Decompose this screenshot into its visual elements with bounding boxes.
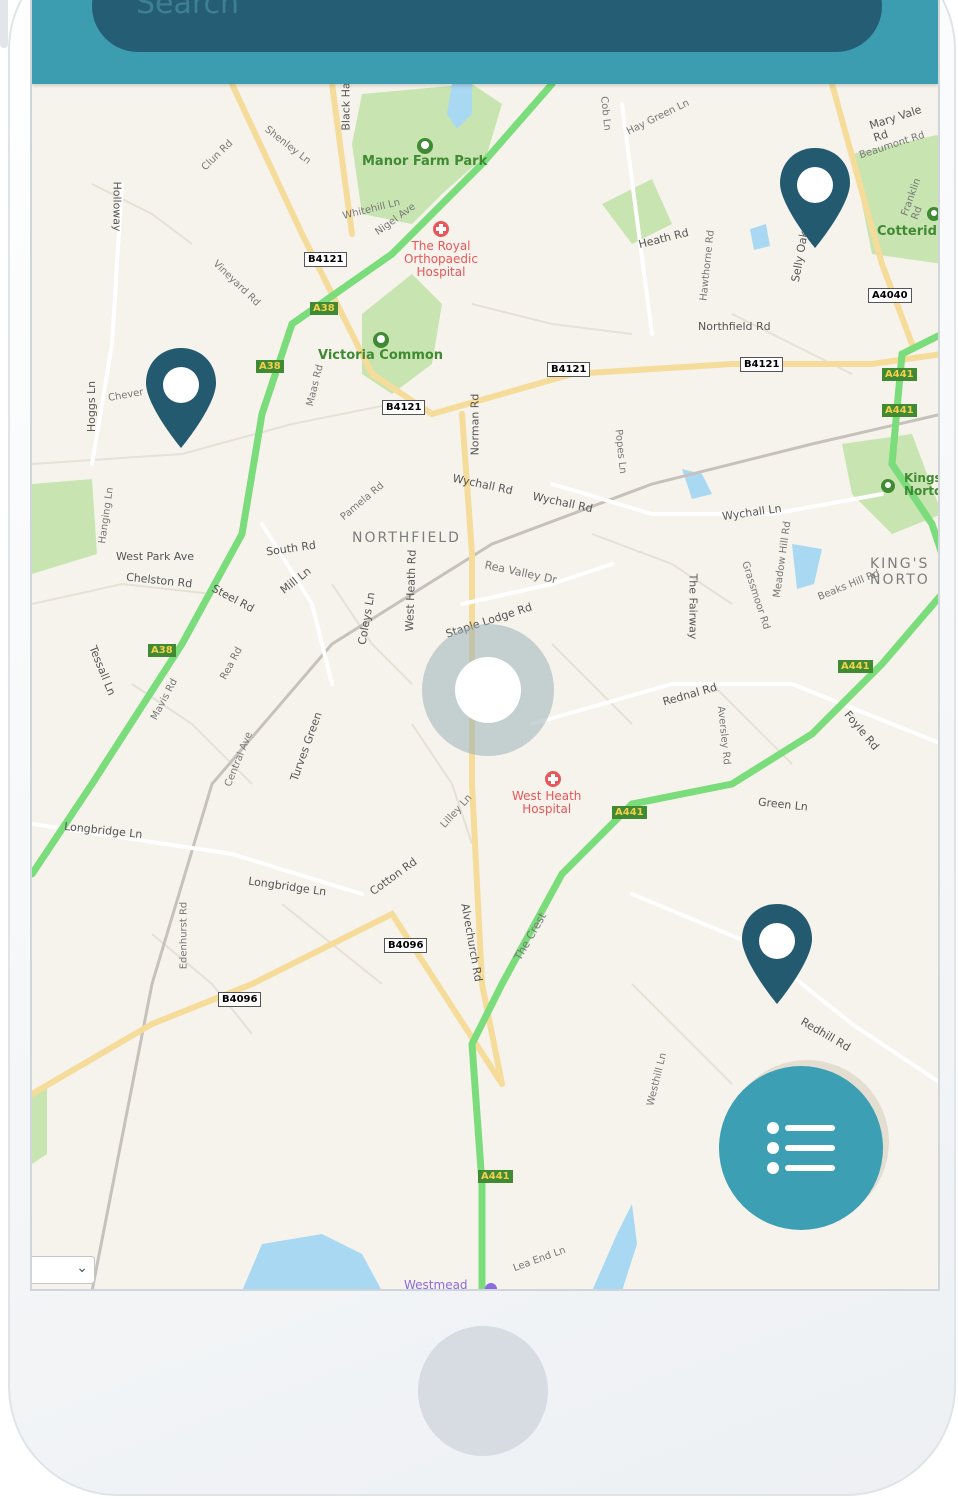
road-badge: B4096: [384, 938, 428, 953]
road-badge: B4096: [218, 992, 262, 1007]
road-badge: A38: [310, 302, 338, 315]
street-label: The Fairway: [686, 573, 700, 640]
place-icon: [485, 1283, 497, 1289]
map-pin-icon[interactable]: [778, 146, 852, 250]
street-label: West Park Ave: [116, 550, 194, 563]
street-label: Holloway: [110, 181, 124, 232]
app-screen: Search Manor Farm Park Victoria Common T…: [30, 0, 940, 1291]
park-icon: [927, 207, 938, 221]
park-icon: [417, 138, 433, 154]
list-icon: [767, 1122, 835, 1174]
place-label-westmead: Westmead: [404, 1278, 468, 1291]
chevron-down-icon: ⌄: [76, 1259, 88, 1275]
hospital-icon: [545, 771, 561, 787]
area-label-northfield: Northfield: [352, 530, 461, 546]
road-badge: A4040: [868, 288, 912, 303]
place-label-manor-farm-park: Manor Farm Park: [362, 154, 488, 169]
map-pin-icon[interactable]: [740, 902, 814, 1006]
park-icon: [881, 479, 895, 493]
road-badge: A38: [148, 644, 176, 657]
street-label: Black Ha: [339, 82, 353, 131]
list-view-button[interactable]: [719, 1066, 883, 1230]
park-icon: [373, 332, 389, 348]
road-badge: A441: [478, 1170, 513, 1183]
place-label-victoria-common: Victoria Common: [318, 348, 444, 363]
road-badge: B4121: [547, 362, 591, 377]
phone-home-button[interactable]: [418, 1326, 548, 1456]
search-icon[interactable]: [794, 0, 846, 4]
search-bar[interactable]: Search: [92, 0, 882, 52]
road-badge: A441: [882, 404, 917, 417]
app-header: Search: [32, 0, 938, 84]
place-label-royal-orthopaedic-hospital: The Royal Orthopaedic Hospital: [404, 239, 478, 279]
road-badge: A38: [256, 360, 284, 373]
place-label-west-heath-hospital: West Heath Hospital: [512, 789, 582, 816]
street-label: Hoggs Ln: [85, 380, 99, 433]
road-badge: B4121: [304, 252, 348, 267]
search-placeholder[interactable]: Search: [136, 0, 239, 21]
map-pin-icon[interactable]: [144, 346, 218, 450]
current-location-dot: [455, 657, 521, 723]
street-label: Norman Rd: [468, 393, 482, 456]
phone-side-button: [0, 0, 8, 48]
street-label: Northfield Rd: [698, 320, 771, 333]
road-badge: A441: [612, 806, 647, 819]
place-label-kings-norton-park: Kings Nortc: [904, 471, 940, 498]
road-badge: B4121: [740, 357, 784, 372]
street-label: Edenhurst Rd: [178, 901, 190, 970]
current-location-marker[interactable]: [422, 624, 554, 756]
road-badge: A441: [838, 660, 873, 673]
map-dropdown[interactable]: ⌄: [32, 1256, 95, 1284]
road-badge: A441: [882, 368, 917, 381]
road-badge: B4121: [382, 400, 426, 415]
hospital-icon: [433, 221, 449, 237]
place-label-cotterid: Cotterid: [877, 224, 937, 239]
